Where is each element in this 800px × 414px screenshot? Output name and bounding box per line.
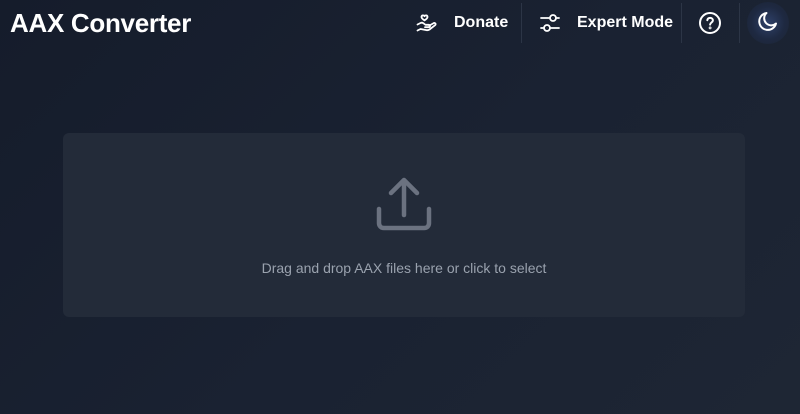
divider bbox=[521, 3, 522, 43]
help-button[interactable] bbox=[697, 0, 723, 46]
sliders-icon bbox=[539, 12, 561, 34]
moon-icon bbox=[756, 9, 780, 38]
divider bbox=[681, 3, 682, 43]
header: AAX Converter Donate Expert Mode bbox=[0, 0, 800, 46]
file-dropzone[interactable]: Drag and drop AAX files here or click to… bbox=[63, 133, 745, 317]
question-circle-icon bbox=[697, 10, 723, 36]
donate-button[interactable]: Donate bbox=[415, 0, 508, 46]
hand-heart-icon bbox=[415, 11, 439, 35]
upload-icon bbox=[376, 177, 432, 238]
expert-mode-label: Expert Mode bbox=[577, 14, 674, 31]
dropzone-instructions: Drag and drop AAX files here or click to… bbox=[261, 260, 547, 276]
donate-label: Donate bbox=[454, 14, 509, 31]
app-title: AAX Converter bbox=[10, 8, 192, 38]
theme-toggle-button[interactable] bbox=[747, 2, 789, 44]
divider bbox=[739, 3, 740, 43]
expert-mode-button[interactable]: Expert Mode bbox=[539, 0, 673, 46]
